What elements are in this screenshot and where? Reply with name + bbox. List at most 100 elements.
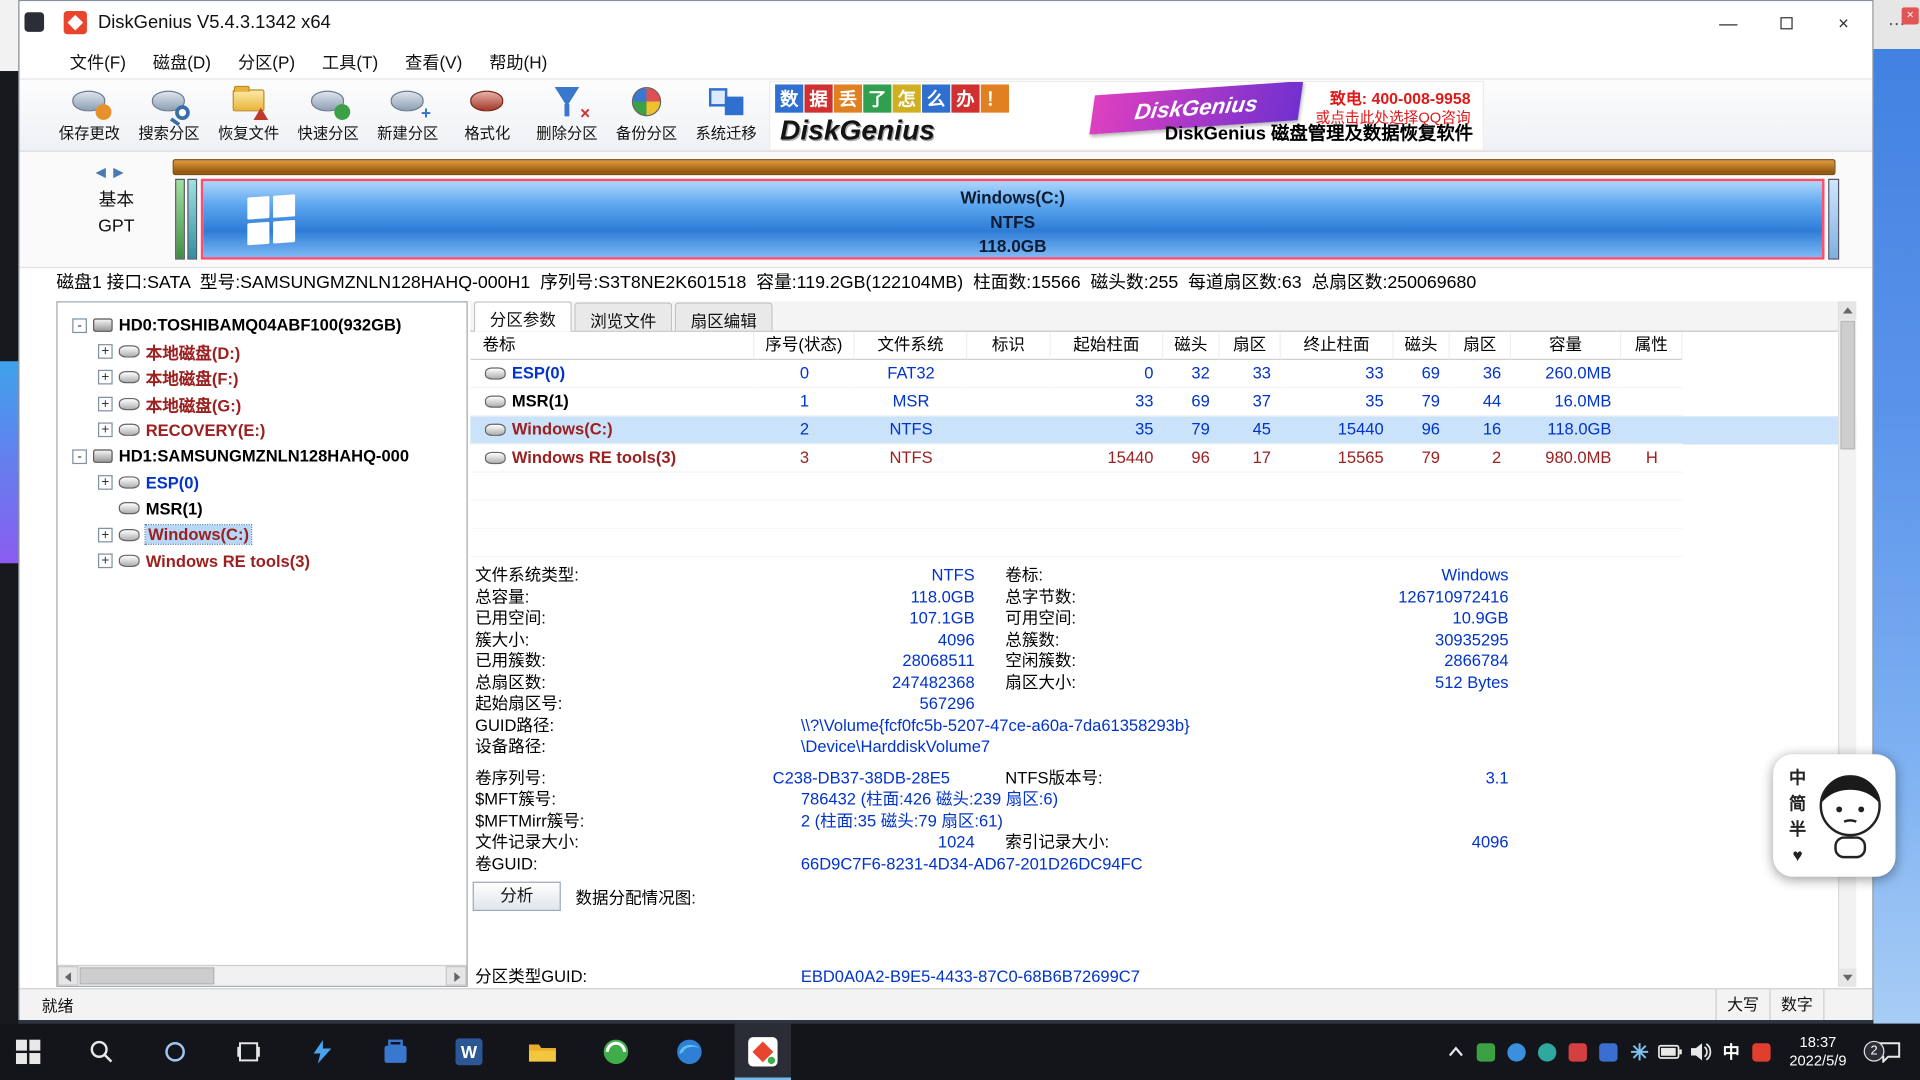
tray-icon-dict[interactable] [1746,1027,1777,1076]
collapse-icon[interactable]: - [72,318,87,333]
expand-icon[interactable]: + [98,528,113,543]
netdisk-icon [1600,1043,1618,1061]
panel-vertical-scrollbar[interactable] [1838,301,1856,987]
new-partition-button[interactable]: + 新建分区 [369,83,447,149]
task-view-button[interactable] [220,1024,276,1080]
pinned-app-word[interactable]: W [441,1024,497,1080]
taskbar-search-button[interactable] [73,1024,129,1080]
partition-row-windows-re-tools[interactable]: Windows RE tools(3) 3 NTFS 15440 96 17 1… [470,444,1856,472]
pinned-app-browser-green[interactable] [588,1024,644,1080]
tray-icon-security[interactable] [1471,1027,1502,1076]
action-center-button[interactable]: 2 [1859,1024,1920,1080]
cortana-icon [163,1040,187,1064]
collapse-icon[interactable]: - [72,449,87,464]
delete-partition-button[interactable]: × 删除分区 [528,83,606,149]
tray-icon-volume[interactable] [1685,1027,1716,1076]
analyze-button[interactable]: 分析 [473,882,561,911]
statusbar: 就绪 大写 数字 [20,988,1873,1020]
ad-banner[interactable]: 数 据 丢 了 怎 么 办 ！ DiskGenius DiskGenius 致电… [769,81,1484,151]
start-button[interactable] [0,1024,56,1080]
cortana-button[interactable] [147,1024,203,1080]
scroll-right-icon[interactable] [446,966,467,986]
tray-icon-snowflake[interactable] [1624,1027,1655,1076]
tree-item-local-g[interactable]: + 本地磁盘(G:) [58,391,467,417]
tree-item-recovery-e[interactable]: + RECOVERY(E:) [58,417,467,443]
scrollbar-thumb[interactable] [1840,321,1855,450]
diskgenius-logo-icon [64,11,87,34]
tree-item-local-d[interactable]: + 本地磁盘(D:) [58,338,467,364]
ime-status-widget[interactable]: 中 简 半 ♥ [1773,754,1895,876]
ime-language-indicator[interactable]: 中 [1716,1027,1747,1076]
menu-partition[interactable]: 分区(P) [224,45,308,79]
format-button[interactable]: 格式化 [448,83,526,149]
re-tools-partition-strip[interactable] [1828,179,1839,260]
expand-icon[interactable]: + [98,397,113,412]
next-disk-icon[interactable]: ▶ [113,165,131,180]
esp-partition-strip[interactable] [175,179,185,260]
expand-icon[interactable]: + [98,475,113,490]
maximize-button[interactable] [1757,1,1815,45]
close-button[interactable]: × [1815,1,1873,45]
scroll-up-icon[interactable] [1839,301,1856,319]
tray-expand-button[interactable] [1440,1027,1471,1076]
windows-c-partition-block[interactable]: Windows(C:) NTFS 118.0GB [201,179,1825,260]
scroll-down-icon[interactable] [1839,969,1856,987]
system-migration-button[interactable]: 系统迁移 [687,83,765,149]
expand-icon[interactable]: + [98,344,113,359]
save-changes-button[interactable]: 保存更改 [50,83,128,149]
partition-row-msr[interactable]: MSR(1) 1 MSR 33 69 37 35 79 44 16.0MB [470,388,1856,416]
prev-disk-icon[interactable]: ◀ [96,165,114,180]
minimize-button[interactable]: — [1700,1,1758,45]
pinned-app-store[interactable] [367,1024,423,1080]
disk-type-label: 基本 GPT [83,189,149,240]
ime-chinese-mode[interactable]: 中 [1789,765,1806,789]
tray-icon-cloud[interactable] [1502,1027,1533,1076]
disk0-bar[interactable] [173,159,1836,175]
partition-row-esp[interactable]: ESP(0) 0 FAT32 0 32 33 33 69 36 260.0MB [470,360,1856,388]
tree-item-esp[interactable]: + ESP(0) [58,469,467,495]
tree-item-msr[interactable]: MSR(1) [58,496,467,522]
tab-browse-files[interactable]: 浏览文件 [574,302,672,330]
shield-icon [1477,1043,1495,1061]
tree-item-hd1[interactable]: - HD1:SAMSUNGMZNLN128HAHQ-000 [58,443,467,469]
tree-item-hd0[interactable]: - HD0:TOSHIBAMQ04ABF100(932GB) [58,312,467,338]
diskgenius-icon [748,1037,777,1066]
taskbar-app-diskgenius-active[interactable] [735,1024,791,1080]
menu-disk[interactable]: 磁盘(D) [139,45,224,79]
battery-icon [1658,1044,1682,1059]
pinned-app-file-explorer[interactable] [514,1024,570,1080]
taskbar-clock[interactable]: 18:37 2022/5/9 [1777,1033,1859,1070]
pinned-app-thunder[interactable] [294,1024,350,1080]
msr-partition-strip[interactable] [187,179,197,260]
expand-icon[interactable]: + [98,370,113,385]
tray-icon-battery[interactable] [1655,1027,1686,1076]
tree-horizontal-scrollbar[interactable] [58,965,467,986]
scroll-left-icon[interactable] [58,966,79,986]
ime-simplified-mode[interactable]: 简 [1789,790,1806,814]
tab-partition-params[interactable]: 分区参数 [474,301,572,332]
partition-row-windows-c-selected[interactable]: Windows(C:) 2 NTFS 35 79 45 15440 96 16 … [470,416,1856,444]
ime-favorite-icon[interactable]: ♥ [1792,842,1802,866]
tree-item-windows-re-tools[interactable]: + Windows RE tools(3) [58,548,467,574]
menu-help[interactable]: 帮助(H) [476,45,561,79]
tray-icon-netdisk[interactable] [1593,1027,1624,1076]
scrollbar-thumb[interactable] [80,967,215,984]
expand-icon[interactable]: + [98,554,113,569]
pinned-app-edge[interactable] [661,1024,717,1080]
tree-item-windows-c[interactable]: + Windows(C:) [58,522,467,548]
taskbar: W [0,1024,1920,1080]
search-partition-button[interactable]: 搜索分区 [130,83,208,149]
quick-partition-button[interactable]: 快速分区 [289,83,367,149]
backup-partition-button[interactable]: 备份分区 [607,83,685,149]
ime-halfwidth-mode[interactable]: 半 [1789,816,1806,840]
menu-tools[interactable]: 工具(T) [309,45,392,79]
expand-icon[interactable]: + [98,423,113,438]
disk-info-line: 磁盘1 接口:SATA 型号:SAMSUNGMZNLN128HAHQ-000H1… [20,268,1873,299]
menu-view[interactable]: 查看(V) [392,45,476,79]
tree-item-local-f[interactable]: + 本地磁盘(F:) [58,365,467,391]
menu-file[interactable]: 文件(F) [56,45,139,79]
tray-icon-messenger[interactable] [1532,1027,1563,1076]
tab-sector-edit[interactable]: 扇区编辑 [675,302,773,330]
recover-files-button[interactable]: 恢复文件 [209,83,287,149]
tray-icon-music[interactable] [1563,1027,1594,1076]
